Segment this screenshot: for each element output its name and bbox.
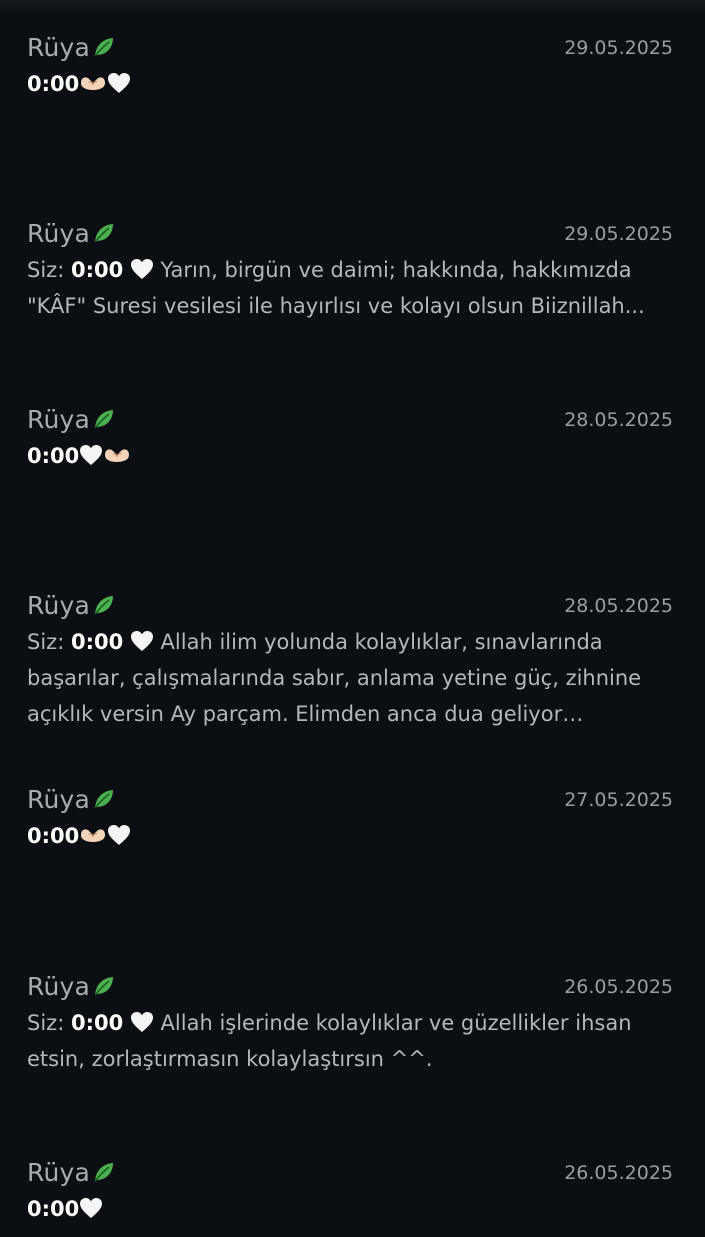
sender-name: Rüya xyxy=(27,216,116,252)
notification-body: Siz: 0:00 Allah işlerinde kolaylıklar ve… xyxy=(27,1005,673,1077)
white-heart-icon xyxy=(130,259,153,279)
leaf-icon xyxy=(94,596,114,615)
white-heart-icon xyxy=(80,1198,103,1218)
hands-heart-icon xyxy=(81,77,106,90)
leaf-icon xyxy=(94,38,114,57)
notification-header: Rüya 26.05.2025 xyxy=(27,1155,673,1191)
notification-header: Rüya 29.05.2025 xyxy=(27,216,673,252)
notification-body: Siz: 0:00 Allah ilim yolunda kolaylıklar… xyxy=(27,624,673,732)
white-heart-icon xyxy=(108,73,131,93)
notification-date: 29.05.2025 xyxy=(564,37,673,59)
notification-header: Rüya 28.05.2025 xyxy=(27,402,673,438)
hands-heart-icon xyxy=(105,449,130,462)
message-time: 0:00 xyxy=(27,1197,80,1221)
sender-name: Rüya xyxy=(27,588,116,624)
white-heart-icon xyxy=(130,1012,153,1032)
notification-header: Rüya 29.05.2025 xyxy=(27,30,673,66)
white-heart-icon xyxy=(108,825,131,845)
hands-heart-icon xyxy=(81,829,106,842)
message-time: 0:00 xyxy=(70,258,124,282)
message-time: 0:00 xyxy=(70,630,124,654)
leaf-icon xyxy=(94,790,114,809)
notification-header: Rüya 28.05.2025 xyxy=(27,588,673,624)
sender-prefix: Siz: xyxy=(27,258,71,282)
sender-name: Rüya xyxy=(27,1155,116,1191)
notification-date: 29.05.2025 xyxy=(564,223,673,245)
notification-header: Rüya 26.05.2025 xyxy=(27,969,673,1005)
sender-name: Rüya xyxy=(27,782,116,818)
notification-date: 28.05.2025 xyxy=(564,595,673,617)
message-time: 0:00 xyxy=(70,1011,124,1035)
leaf-icon xyxy=(94,977,114,996)
notification-body: 0:00 xyxy=(27,1191,673,1227)
notification-body: 0:00 xyxy=(27,66,673,102)
message-time: 0:00 xyxy=(27,444,80,468)
sender-name: Rüya xyxy=(27,969,116,1005)
sender-name: Rüya xyxy=(27,30,116,66)
notification-date: 26.05.2025 xyxy=(564,976,673,998)
sender-prefix: Siz: xyxy=(27,630,71,654)
notification-date: 28.05.2025 xyxy=(564,409,673,431)
message-time: 0:00 xyxy=(27,72,80,96)
notification-body: 0:00 xyxy=(27,818,673,854)
leaf-icon xyxy=(94,224,114,243)
leaf-icon xyxy=(94,1163,114,1182)
white-heart-icon xyxy=(130,631,153,651)
sender-prefix: Siz: xyxy=(27,1011,71,1035)
notification-body: 0:00 xyxy=(27,438,673,474)
leaf-icon xyxy=(94,410,114,429)
sender-name: Rüya xyxy=(27,402,116,438)
message-time: 0:00 xyxy=(27,824,80,848)
notification-date: 27.05.2025 xyxy=(564,789,673,811)
notification-body: Siz: 0:00 Yarın, birgün ve daimi; hakkın… xyxy=(27,252,673,324)
notification-date: 26.05.2025 xyxy=(564,1162,673,1184)
white-heart-icon xyxy=(80,445,103,465)
status-bar-shade xyxy=(0,0,705,14)
notification-header: Rüya 27.05.2025 xyxy=(27,782,673,818)
